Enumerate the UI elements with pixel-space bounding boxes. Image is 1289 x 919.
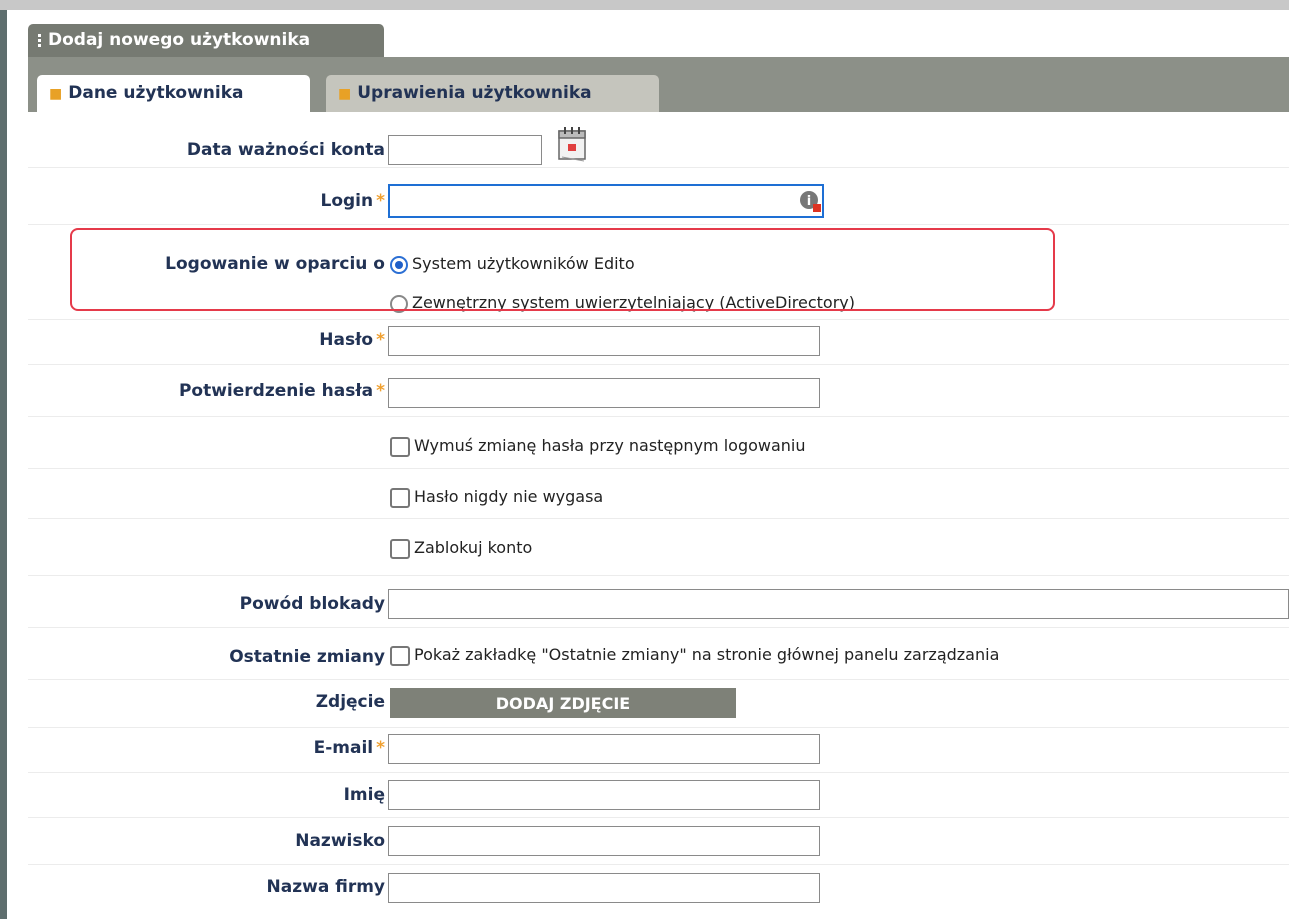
company-input[interactable] <box>388 873 820 903</box>
password-confirm-label: Potwierdzenie hasła * <box>179 381 385 401</box>
email-label-text: E-mail <box>313 738 374 758</box>
password-label-text: Hasło <box>319 330 374 350</box>
row-block-reason: Powód blokady <box>28 575 1289 628</box>
force-password-change-label: Wymuś zmianę hasła przy następnym logowa… <box>414 436 806 455</box>
recent-changes-option[interactable]: Pokaż zakładkę "Ostatnie zmiany" na stro… <box>390 645 999 666</box>
row-auth-method: Logowanie w oparciu o System użytkownikó… <box>28 224 1289 320</box>
row-first-name: Imię <box>28 772 1289 818</box>
tab-user-permissions-label: Uprawienia użytkownika <box>357 83 592 103</box>
password-never-expires-label: Hasło nigdy nie wygasa <box>414 487 604 506</box>
row-force-password-change: Wymuś zmianę hasła przy następnym logowa… <box>28 416 1289 469</box>
account-expiry-input[interactable] <box>388 135 542 165</box>
tab-user-permissions[interactable]: ■ Uprawienia użytkownika <box>326 75 659 112</box>
password-never-expires-option[interactable]: Hasło nigdy nie wygasa <box>390 487 603 508</box>
row-account-expiry: Data ważności konta <box>28 112 1289 168</box>
recent-changes-checkbox[interactable] <box>390 645 410 666</box>
row-last-name: Nazwisko <box>28 817 1289 865</box>
login-label-text: Login <box>320 191 374 211</box>
company-label: Nazwa firmy <box>266 877 385 897</box>
radio-edito[interactable] <box>390 255 408 274</box>
lock-account-option[interactable]: Zablokuj konto <box>390 538 532 559</box>
required-mark: * <box>376 738 385 758</box>
password-input[interactable] <box>388 326 820 356</box>
recent-changes-checkbox-label: Pokaż zakładkę "Ostatnie zmiany" na stro… <box>414 645 1000 664</box>
calendar-icon[interactable] <box>556 123 590 163</box>
left-sidebar-edge <box>0 10 7 919</box>
row-photo: Zdjęcie DODAJ ZDJĘCIE <box>28 679 1289 728</box>
force-password-change-option[interactable]: Wymuś zmianę hasła przy następnym logowa… <box>390 436 806 457</box>
svg-text:i: i <box>807 194 811 209</box>
row-lock-account: Zablokuj konto <box>28 518 1289 576</box>
radio-activedirectory[interactable] <box>390 294 408 313</box>
row-login: Login * i <box>28 167 1289 225</box>
required-mark: * <box>376 381 385 401</box>
auth-option-edito-label: System użytkowników Edito <box>412 254 635 273</box>
first-name-label: Imię <box>343 785 385 805</box>
lock-account-label: Zablokuj konto <box>414 538 533 557</box>
lock-account-checkbox[interactable] <box>390 538 410 559</box>
tab-bar: ■ Dane użytkownika ■ Uprawienia użytkownik… <box>28 57 1289 112</box>
tab-user-data-label: Dane użytkownika <box>68 83 244 103</box>
last-name-label: Nazwisko <box>295 831 385 851</box>
tab-user-data[interactable]: ■ Dane użytkownika <box>37 75 310 112</box>
password-confirm-label-text: Potwierdzenie hasła <box>178 381 374 401</box>
email-input[interactable] <box>388 734 820 764</box>
auth-option-activedirectory-label: Zewnętrzny system uwierzytelniający (Act… <box>412 293 855 312</box>
password-never-expires-checkbox[interactable] <box>390 487 410 508</box>
recent-changes-label: Ostatnie zmiany <box>229 647 385 667</box>
row-password-never-expires: Hasło nigdy nie wygasa <box>28 468 1289 519</box>
auth-option-edito[interactable]: System użytkowników Edito <box>390 254 635 274</box>
force-password-change-checkbox[interactable] <box>390 436 410 457</box>
login-input[interactable] <box>388 184 824 218</box>
block-reason-label: Powód blokady <box>239 594 385 614</box>
panel-title: Dodaj nowego użytkownika <box>48 30 311 50</box>
row-password-confirm: Potwierdzenie hasła * <box>28 364 1289 417</box>
tab-bullet-icon: ■ <box>49 86 63 102</box>
auth-method-label: Logowanie w oparciu o <box>165 254 385 274</box>
add-photo-button[interactable]: DODAJ ZDJĘCIE <box>390 688 736 718</box>
password-confirm-input[interactable] <box>388 378 820 408</box>
block-reason-input[interactable] <box>388 589 1289 619</box>
user-form-panel: Dodaj nowego użytkownika ■ Dane użytkowni… <box>28 10 1289 919</box>
tab-bullet-icon: ■ <box>338 86 352 102</box>
account-expiry-label: Data ważności konta <box>186 140 385 160</box>
info-icon[interactable]: i <box>798 189 822 213</box>
email-label: E-mail * <box>314 738 385 758</box>
auth-option-activedirectory[interactable]: Zewnętrzny system uwierzytelniający (Act… <box>390 293 855 313</box>
last-name-input[interactable] <box>388 826 820 856</box>
row-email: E-mail * <box>28 727 1289 773</box>
password-label: Hasło * <box>319 330 385 350</box>
row-company: Nazwa firmy <box>28 864 1289 919</box>
top-strip <box>0 0 1289 10</box>
panel-title-tab: Dodaj nowego użytkownika <box>28 24 384 57</box>
grip-icon <box>38 32 42 49</box>
photo-label: Zdjęcie <box>315 692 385 712</box>
row-password: Hasło * <box>28 319 1289 365</box>
row-recent-changes: Ostatnie zmiany Pokaż zakładkę "Ostatnie… <box>28 627 1289 680</box>
required-mark: * <box>376 330 385 350</box>
required-mark: * <box>376 191 385 211</box>
first-name-input[interactable] <box>388 780 820 810</box>
login-label: Login * <box>320 191 385 211</box>
